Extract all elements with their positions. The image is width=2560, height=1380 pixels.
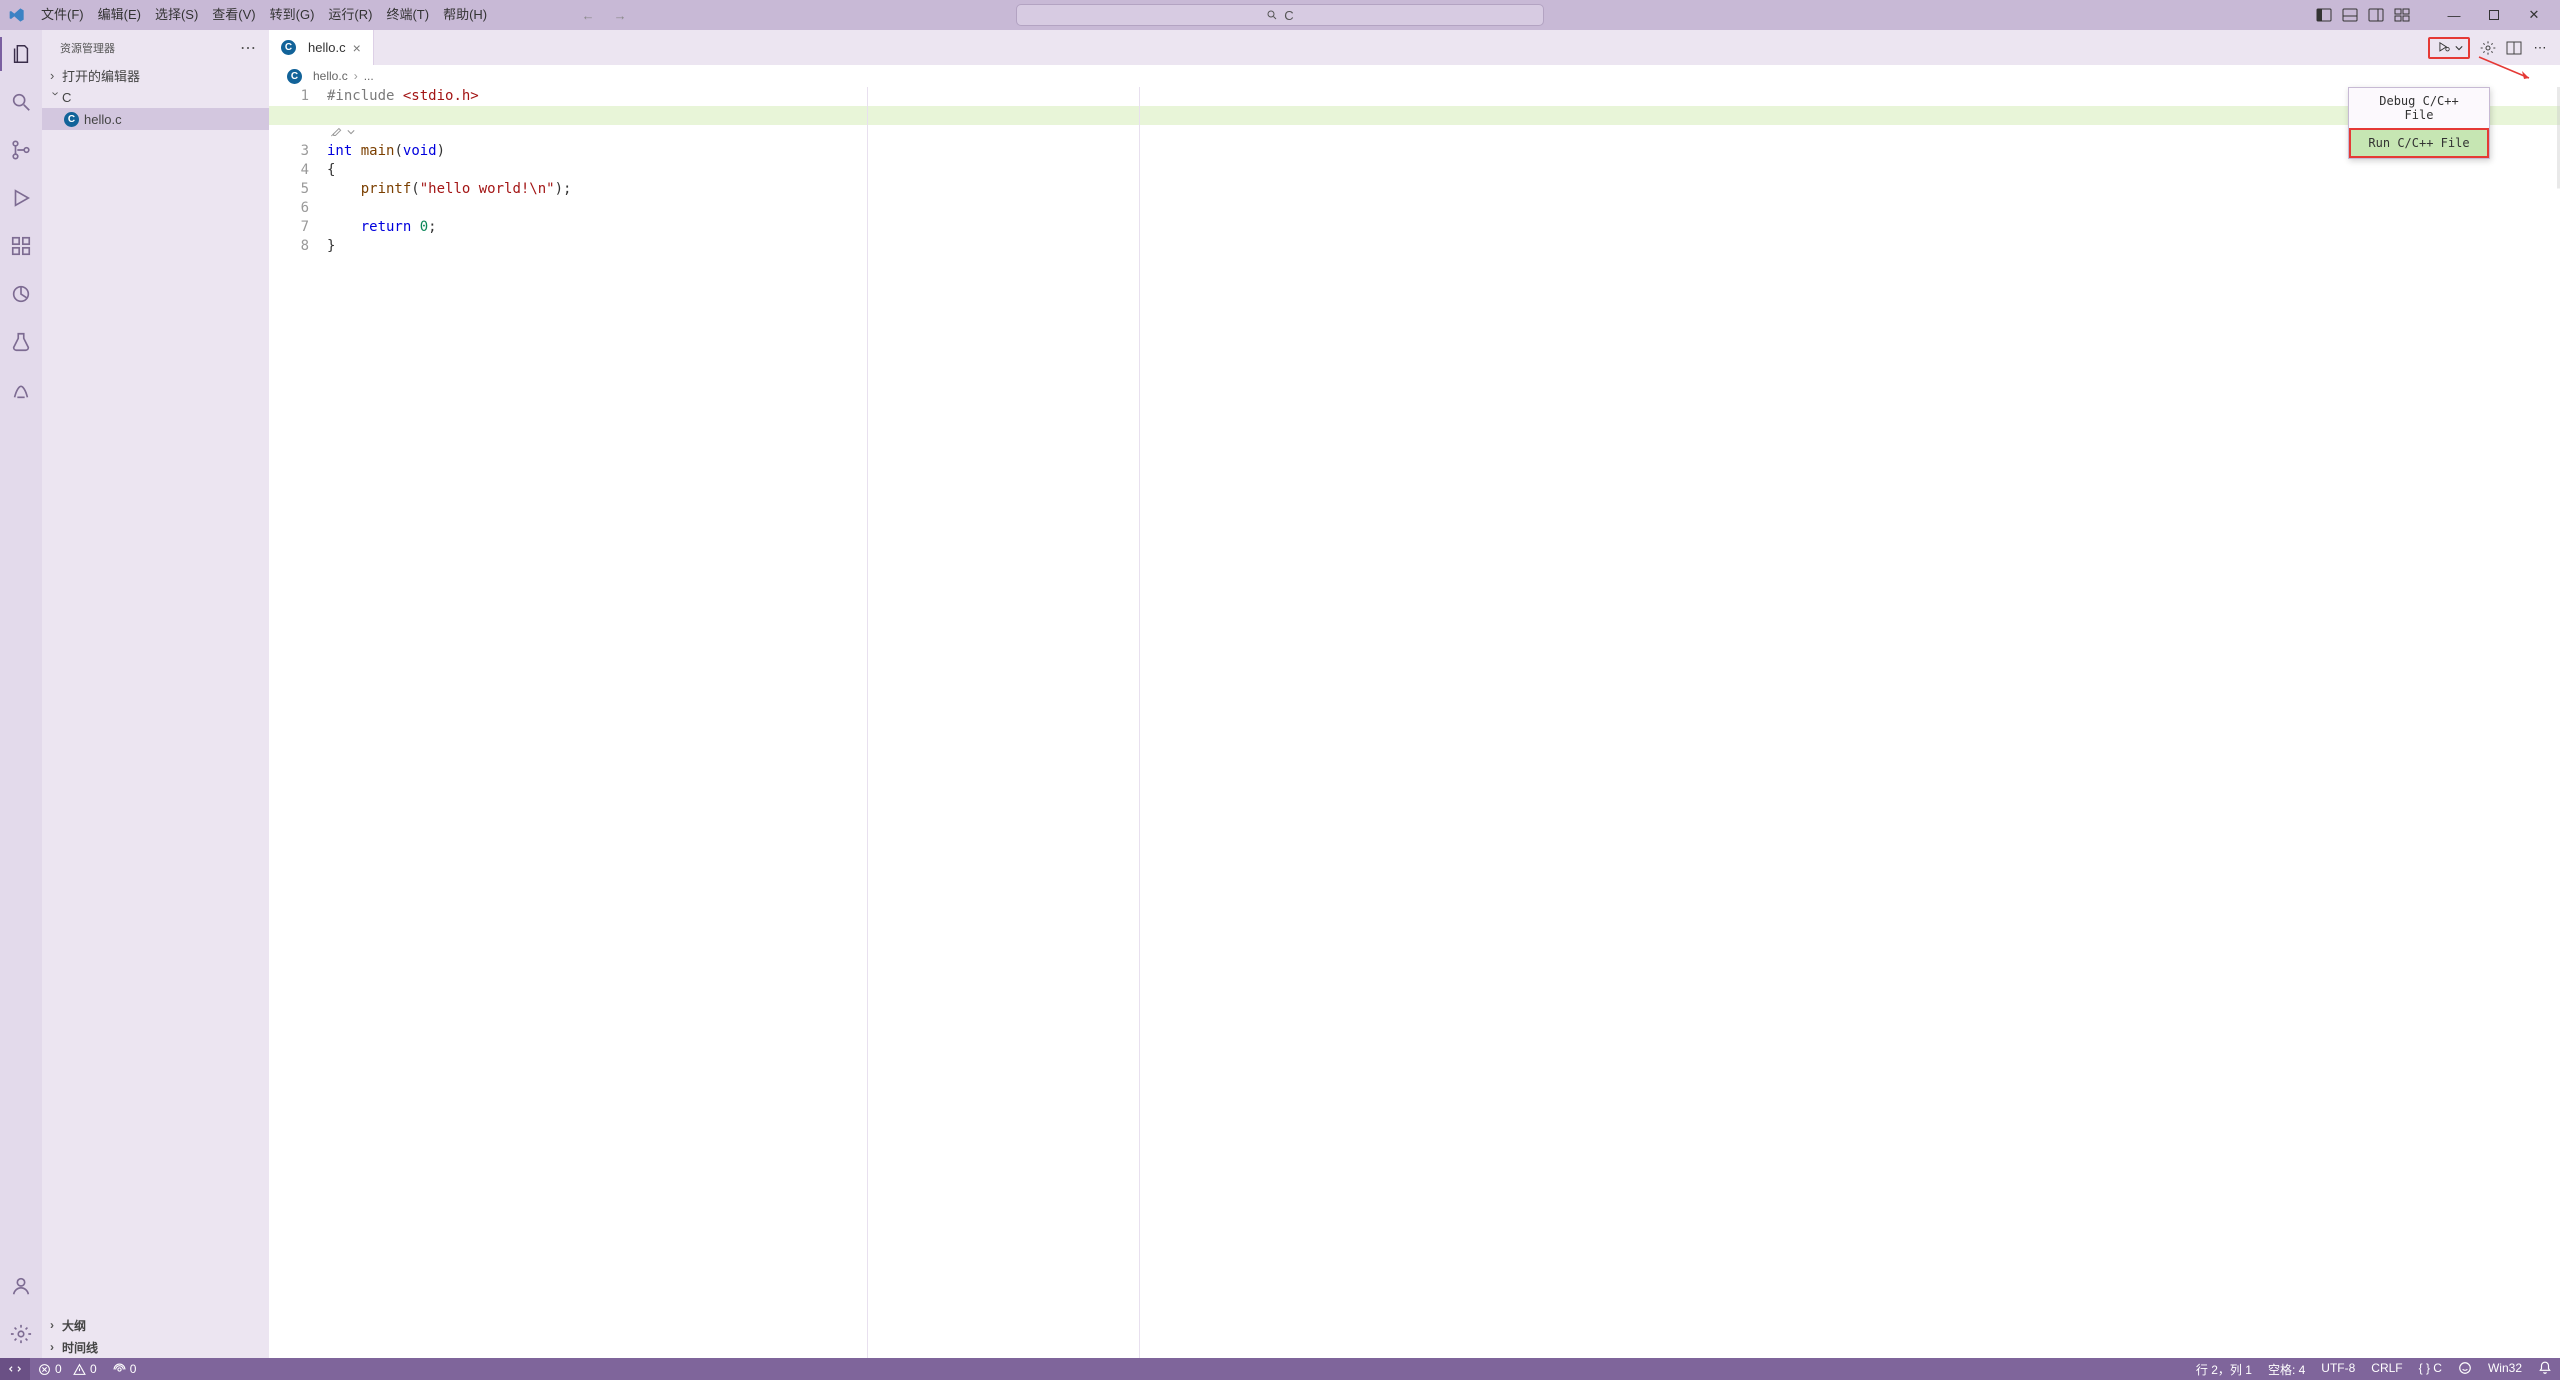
tree-timeline[interactable]: 时间线: [42, 1336, 269, 1358]
dropdown-item[interactable]: Debug C/C++ File: [2349, 88, 2489, 128]
toggle-panel-bottom-icon[interactable]: [2342, 7, 2358, 23]
menu-item[interactable]: 选择(S): [148, 0, 205, 30]
sidebar-explorer: 资源管理器 ⋯ 打开的编辑器 C C hello.c 大纲 时间线: [42, 30, 269, 1358]
status-encoding[interactable]: UTF-8: [2313, 1361, 2363, 1375]
c-file-icon: C: [287, 69, 302, 84]
status-build-target[interactable]: Win32: [2480, 1361, 2530, 1375]
tree-outline[interactable]: 大纲: [42, 1314, 269, 1336]
nav-back-icon[interactable]: ←: [579, 8, 597, 23]
toggle-panel-left-icon[interactable]: [2316, 7, 2332, 23]
activity-testing-icon[interactable]: [7, 328, 35, 356]
editor-tab-hello-c[interactable]: C hello.c ×: [269, 30, 374, 65]
command-center-search[interactable]: C: [1016, 4, 1544, 26]
breadcrumbs[interactable]: C hello.c › ...: [269, 65, 2560, 87]
activity-explorer-icon[interactable]: [7, 40, 35, 68]
titlebar: 文件(F)编辑(E)选择(S)查看(V)转到(G)运行(R)终端(T)帮助(H)…: [0, 0, 2560, 30]
activity-bar: [0, 30, 42, 1358]
tab-close-icon[interactable]: ×: [353, 40, 361, 56]
status-notifications-icon[interactable]: [2530, 1361, 2560, 1375]
activity-cmake-icon[interactable]: [7, 280, 35, 308]
status-cursor-position[interactable]: 行 2，列 1: [2188, 1361, 2260, 1378]
chevron-down-icon: [2455, 41, 2463, 55]
settings-gear-icon[interactable]: [2480, 40, 2496, 56]
c-file-icon: C: [281, 40, 296, 55]
split-editor-icon[interactable]: [2506, 40, 2522, 56]
menu-bar: 文件(F)编辑(E)选择(S)查看(V)转到(G)运行(R)终端(T)帮助(H): [34, 0, 494, 30]
status-bar: 0 0 0 行 2，列 1 空格: 4 UTF-8 CRLF { } C Win…: [0, 1358, 2560, 1380]
menu-item[interactable]: 转到(G): [263, 0, 322, 30]
menu-item[interactable]: 终端(T): [379, 0, 436, 30]
tree-file-hello-c[interactable]: C hello.c: [42, 108, 269, 130]
search-text: C: [1284, 8, 1293, 23]
customize-layout-icon[interactable]: [2394, 7, 2410, 23]
activity-accounts-icon[interactable]: [7, 1272, 35, 1300]
status-problems[interactable]: 0 0: [30, 1358, 105, 1380]
status-indentation[interactable]: 空格: 4: [2260, 1361, 2313, 1378]
tree-folder-root[interactable]: C: [42, 86, 269, 108]
window-minimize-icon[interactable]: —: [2434, 0, 2474, 30]
code-action-hint-icon[interactable]: [329, 125, 355, 139]
status-language[interactable]: { } C: [2411, 1361, 2450, 1375]
dropdown-item[interactable]: Run C/C++ File: [2349, 128, 2489, 158]
activity-search-icon[interactable]: [7, 88, 35, 116]
activity-makefile-icon[interactable]: [7, 376, 35, 404]
code-editor[interactable]: 💡 12345678 #include <stdio.h>int main(vo…: [269, 87, 2560, 1358]
status-feedback-icon[interactable]: [2450, 1361, 2480, 1375]
tree-open-editors[interactable]: 打开的编辑器: [42, 64, 269, 86]
menu-item[interactable]: 运行(R): [321, 0, 379, 30]
sidebar-title: 资源管理器: [60, 40, 115, 56]
menu-item[interactable]: 查看(V): [205, 0, 262, 30]
window-maximize-icon[interactable]: [2474, 0, 2514, 30]
sidebar-more-icon[interactable]: ⋯: [240, 38, 257, 58]
nav-forward-icon[interactable]: →: [611, 8, 629, 23]
run-dropdown: Debug C/C++ FileRun C/C++ File: [2348, 87, 2490, 159]
vscode-logo-icon: [0, 7, 34, 23]
activity-settings-icon[interactable]: [7, 1320, 35, 1348]
activity-source-control-icon[interactable]: [7, 136, 35, 164]
editor-more-icon[interactable]: ⋯: [2532, 40, 2548, 56]
editor-area: C hello.c × ⋯ C hello.c › ... 💡 123456: [269, 30, 2560, 1358]
toggle-panel-right-icon[interactable]: [2368, 7, 2384, 23]
remote-indicator-icon[interactable]: [0, 1358, 30, 1380]
play-bug-icon: [2435, 41, 2453, 55]
window-close-icon[interactable]: ✕: [2514, 0, 2554, 30]
activity-run-debug-icon[interactable]: [7, 184, 35, 212]
status-eol[interactable]: CRLF: [2363, 1361, 2410, 1375]
menu-item[interactable]: 文件(F): [34, 0, 91, 30]
activity-extensions-icon[interactable]: [7, 232, 35, 260]
run-debug-button[interactable]: [2428, 37, 2470, 59]
status-ports[interactable]: 0: [105, 1358, 145, 1380]
menu-item[interactable]: 编辑(E): [91, 0, 148, 30]
menu-item[interactable]: 帮助(H): [436, 0, 494, 30]
c-file-icon: C: [64, 112, 79, 127]
search-icon: [1266, 9, 1278, 21]
editor-tabs: C hello.c × ⋯: [269, 30, 2560, 65]
